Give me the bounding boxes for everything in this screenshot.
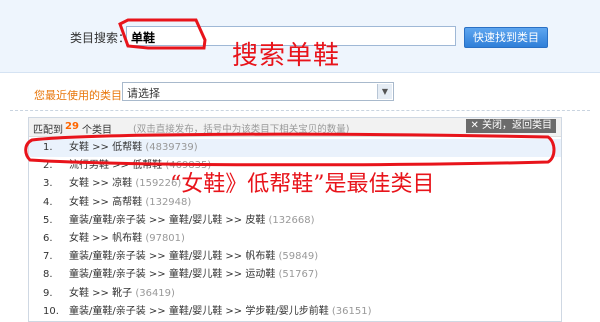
category-row[interactable]: 7. 童装/童鞋/亲子装 >> 童鞋/婴儿鞋 >> 帆布鞋 (59849) (29, 248, 561, 266)
category-row-path: 童装/童鞋/亲子装 >> 童鞋/婴儿鞋 >> 运动鞋 (69, 269, 276, 281)
category-results-panel: 匹配到 29 个类目 (双击直接发布，括号中为该类目下相关宝贝的数量) ✕ 关闭… (28, 117, 562, 322)
category-row-path: 童装/童鞋/亲子装 >> 童鞋/婴儿鞋 >> 帆布鞋 (69, 251, 276, 263)
category-row-number: 9. (43, 287, 53, 299)
annotation-best-category: “女鞋》低帮鞋”是最佳类目 (170, 172, 435, 197)
category-row-path: 女鞋 >> 凉鞋 (69, 178, 133, 190)
results-found-label: 匹配到 (33, 125, 63, 136)
quick-find-button[interactable]: 快速找到类目 (464, 27, 548, 48)
category-row-number: 10. (43, 305, 59, 317)
category-row-count: (4839739) (145, 142, 198, 153)
category-row-number: 4. (43, 196, 53, 208)
category-row-count: (36419) (135, 287, 175, 299)
category-row[interactable]: 6. 女鞋 >> 帆布鞋 (97801) (29, 230, 561, 248)
category-row[interactable]: 8. 童装/童鞋/亲子装 >> 童鞋/婴儿鞋 >> 运动鞋 (51767) (29, 266, 561, 284)
category-row-number: 5. (43, 214, 53, 226)
category-row[interactable]: 9. 女鞋 >> 靴子 (36419) (29, 285, 561, 303)
category-row-count: (51767) (278, 269, 319, 281)
category-row-number: 2. (43, 160, 53, 172)
chevron-down-icon[interactable]: ▼ (377, 84, 392, 99)
category-row-number: 8. (43, 269, 53, 281)
category-row-path: 女鞋 >> 靴子 (69, 287, 133, 299)
category-row-count: (36151) (331, 305, 372, 317)
recent-category-label: 您最近使用的类目： (34, 89, 133, 102)
category-row-count: (132668) (268, 214, 315, 226)
category-row[interactable]: 10. 童装/童鞋/亲子装 >> 童鞋/婴儿鞋 >> 学步鞋/婴儿步前鞋 (361… (29, 303, 561, 321)
category-row-path: 童装/童鞋/亲子装 >> 童鞋/婴儿鞋 >> 学步鞋/婴儿步前鞋 (69, 305, 329, 317)
category-row-path: 童装/童鞋/亲子装 >> 童鞋/婴儿鞋 >> 皮鞋 (69, 214, 266, 226)
category-row-count: (132948) (145, 196, 192, 208)
category-row[interactable]: 5. 童装/童鞋/亲子装 >> 童鞋/婴儿鞋 >> 皮鞋 (132668) (29, 212, 561, 230)
category-row-count: (59849) (278, 251, 319, 263)
category-row-number: 3. (43, 178, 53, 190)
category-row-number: 7. (43, 251, 53, 263)
category-row-count: (97801) (145, 232, 185, 244)
annotation-search-note: 搜索单鞋 (232, 41, 341, 71)
results-unit: 个类目 (82, 125, 112, 136)
results-header: 匹配到 29 个类目 (双击直接发布，括号中为该类目下相关宝贝的数量) ✕ 关闭… (29, 118, 561, 137)
category-row-path: 女鞋 >> 帆布鞋 (69, 232, 143, 244)
close-return-label: 关闭，返回类目 (482, 120, 552, 131)
category-row[interactable]: 1. 女鞋 >> 低帮鞋 (4839739) (29, 139, 561, 158)
close-icon: ✕ (470, 120, 482, 131)
results-hint: (双击直接发布，括号中为该类目下相关宝贝的数量) (133, 124, 350, 135)
category-row-number: 1. (43, 142, 53, 153)
category-row-path: 女鞋 >> 高帮鞋 (69, 196, 143, 208)
results-count: 29 (65, 121, 79, 132)
close-return-button[interactable]: ✕ 关闭，返回类目 (466, 119, 556, 133)
category-row-path: 流行男鞋 >> 低帮鞋 (69, 160, 163, 172)
recent-category-selected: 请选择 (127, 87, 160, 100)
recent-category-select[interactable]: 请选择 ▼ (122, 82, 394, 101)
recent-category-row: 您最近使用的类目： 请选择 ▼ (0, 80, 600, 106)
category-row-path: 女鞋 >> 低帮鞋 (69, 142, 143, 153)
category-row-number: 6. (43, 232, 53, 244)
divider (10, 110, 590, 111)
search-label: 类目搜索： (70, 31, 131, 45)
